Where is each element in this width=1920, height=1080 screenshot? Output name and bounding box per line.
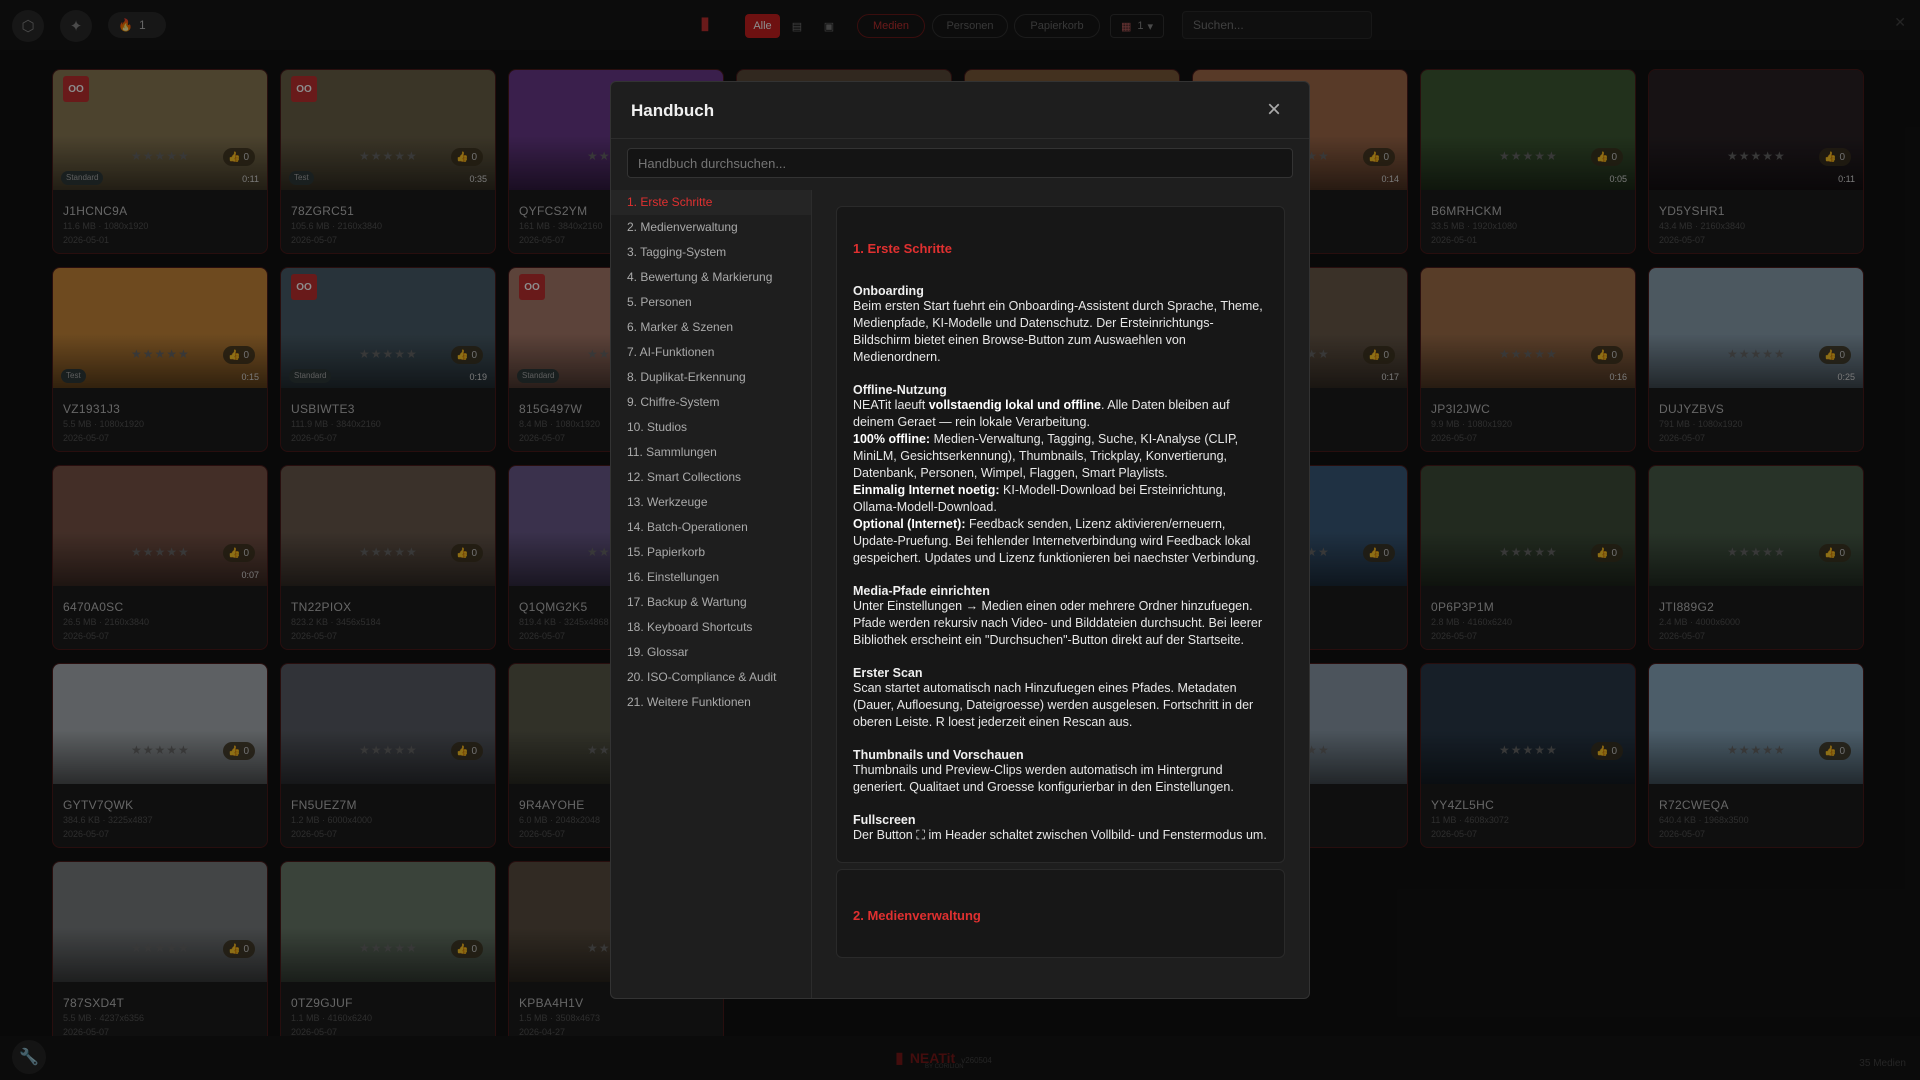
toc-item[interactable]: 6. Marker & Szenen — [611, 315, 811, 340]
manual-search-input[interactable] — [627, 148, 1293, 178]
toc-item[interactable]: 11. Sammlungen — [611, 440, 811, 465]
modal-header: Handbuch × — [611, 82, 1309, 139]
toc-item[interactable]: 16. Einstellungen — [611, 565, 811, 590]
toc-item[interactable]: 12. Smart Collections — [611, 465, 811, 490]
toc-item[interactable]: 21. Weitere Funktionen — [611, 690, 811, 715]
subheading: Erster Scan — [853, 666, 923, 680]
toc-item[interactable]: 2. Medienverwaltung — [611, 215, 811, 240]
subheading: Thumbnails und Vorschauen — [853, 748, 1024, 762]
toc-item[interactable]: 13. Werkzeuge — [611, 490, 811, 515]
toc-item[interactable]: 17. Backup & Wartung — [611, 590, 811, 615]
paragraph: Beim ersten Start fuehrt ein Onboarding-… — [853, 299, 1263, 364]
manual-modal: Handbuch × 1. Erste Schritte2. Medienver… — [610, 81, 1310, 999]
toc-item[interactable]: 4. Bewertung & Markierung — [611, 265, 811, 290]
toc-item[interactable]: 8. Duplikat-Erkennung — [611, 365, 811, 390]
section-title: 1. Erste Schritte — [853, 241, 952, 256]
subheading: Onboarding — [853, 284, 924, 298]
toc-item[interactable]: 9. Chiffre-System — [611, 390, 811, 415]
toc-item[interactable]: 15. Papierkorb — [611, 540, 811, 565]
toc-item[interactable]: 19. Glossar — [611, 640, 811, 665]
paragraph: NEATit laeuft vollstaendig lokal und off… — [853, 398, 1230, 429]
paragraph: Einmalig Internet noetig: KI-Modell-Down… — [853, 483, 1227, 514]
modal-title: Handbuch — [631, 101, 715, 120]
paragraph: Optional (Internet): Feedback senden, Li… — [853, 517, 1259, 565]
manual-content[interactable]: 1. Erste Schritte Onboarding Beim ersten… — [812, 190, 1309, 998]
subheading: Offline-Nutzung — [853, 383, 947, 397]
paragraph: Thumbnails und Preview-Clips werden auto… — [853, 763, 1234, 794]
toc-item[interactable]: 18. Keyboard Shortcuts — [611, 615, 811, 640]
subheading: Fullscreen — [853, 813, 916, 827]
paragraph: Der Button ⛶ im Header schaltet zwischen… — [853, 828, 1267, 842]
manual-toc: 1. Erste Schritte 2. Medienverwaltung 3. T… — [611, 190, 812, 998]
toc-item[interactable]: 20. ISO-Compliance & Audit — [611, 665, 811, 690]
toc-item[interactable]: 1. Erste Schritte — [611, 190, 811, 215]
toc-item[interactable]: 10. Studios — [611, 415, 811, 440]
section-title: 2. Medienverwaltung — [853, 908, 981, 923]
toc-item[interactable]: 3. Tagging-System — [611, 240, 811, 265]
subheading: Media-Pfade einrichten — [853, 584, 990, 598]
close-button[interactable]: × — [1259, 95, 1289, 125]
paragraph: Unter Einstellungen → Medien einen oder … — [853, 599, 1263, 647]
toc-item[interactable]: 5. Personen — [611, 290, 811, 315]
close-icon: × — [1266, 96, 1281, 123]
toc-item[interactable]: 7. AI-Funktionen — [611, 340, 811, 365]
paragraph: 100% offline: Medien-Verwaltung, Tagging… — [853, 432, 1239, 480]
section-erste-schritte: 1. Erste Schritte Onboarding Beim ersten… — [836, 206, 1285, 863]
paragraph: Scan startet automatisch nach Hinzufuege… — [853, 681, 1254, 729]
toc-item[interactable]: 14. Batch-Operationen — [611, 515, 811, 540]
section-medienverwaltung: 2. Medienverwaltung — [836, 869, 1285, 958]
